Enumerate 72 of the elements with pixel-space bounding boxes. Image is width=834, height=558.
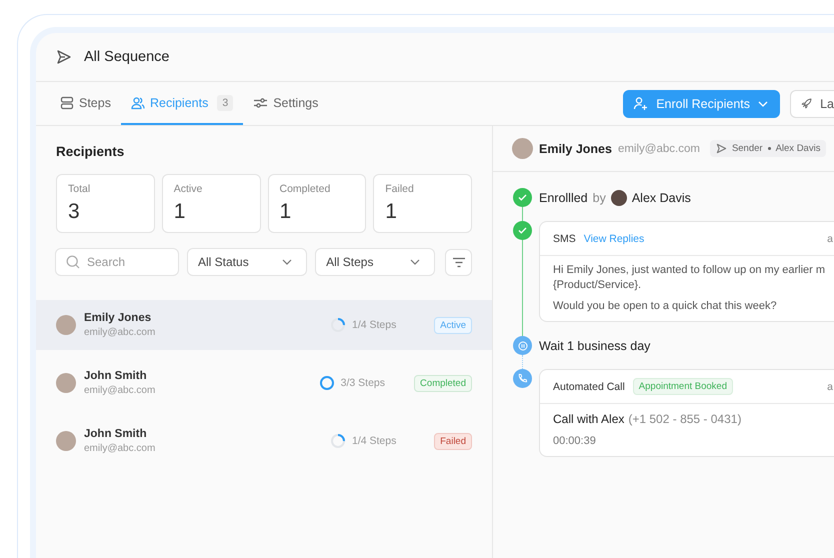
contact-email: emily@abc.com — [618, 142, 700, 154]
stat-value: 1 — [385, 200, 398, 224]
steps-count: 1/4 Steps — [352, 319, 396, 331]
status-badge: Completed — [414, 374, 472, 392]
add-user-icon — [633, 96, 648, 111]
card-title: SMS — [553, 232, 576, 244]
search-field[interactable]: Search — [55, 248, 179, 276]
filter-dropdown[interactable]: All Status — [187, 248, 308, 276]
message-line: {Product/Service}. — [553, 279, 642, 291]
stack-icon — [60, 96, 74, 110]
separator-dot — [768, 147, 771, 150]
caret-icon — [758, 100, 768, 106]
stat-label: Completed — [280, 183, 332, 195]
recipient-name: John Smith — [84, 370, 148, 382]
recipient-row[interactable]: John Smith emily@abc.com 3/3 Steps Completed — [36, 358, 492, 408]
sender-name: Alex Davis — [776, 143, 820, 154]
sliders-icon — [253, 96, 268, 110]
progress-ring — [330, 433, 346, 449]
stat-label: Active — [174, 183, 204, 195]
avatar — [512, 138, 533, 159]
step-title: Enrollled — [539, 190, 588, 204]
avatar — [56, 373, 76, 393]
recipient-row[interactable]: Emily Jones emily@abc.com 1/4 Steps Active — [36, 300, 492, 350]
card-meta: a — [827, 380, 834, 392]
outcome-tag: Appointment Booked — [632, 378, 733, 395]
users-icon — [130, 96, 145, 110]
rocket-icon — [801, 96, 812, 111]
card-meta: a — [827, 232, 834, 244]
recipient-email: emily@abc.com — [84, 385, 156, 396]
avatar — [56, 315, 76, 335]
filter-dropdown[interactable]: All Steps — [315, 248, 436, 276]
count-badge: 3 — [217, 94, 234, 110]
chevron-down-icon — [410, 259, 420, 265]
recipient-row[interactable]: John Smith emily@abc.com 1/4 Steps Failed — [36, 416, 492, 466]
stat-label: Failed — [385, 183, 415, 195]
call-duration: 00:00:39 — [553, 435, 597, 447]
section-title: Recipients — [55, 143, 126, 161]
message-text: Would you be open to a quick chat this week? — [553, 300, 778, 312]
steps-count: 3/3 Steps — [340, 377, 386, 389]
filter-icon — [452, 256, 466, 268]
recipient-email: emily@abc.com — [84, 327, 156, 338]
page-title: All Sequence — [84, 49, 170, 65]
phone-number: (+1 502 - 855 - 0431) — [628, 412, 742, 426]
steps-count: 1/4 Steps — [352, 435, 396, 447]
tab[interactable]: Steps — [50, 82, 121, 125]
card-title: Automated Call — [553, 380, 625, 392]
message-line: Hi Emily Jones, just wanted to follow up on my earlier m — [553, 264, 826, 276]
avatar — [610, 190, 627, 206]
by-label: by — [592, 190, 606, 204]
stat-value: 3 — [68, 200, 81, 224]
tab[interactable]: Settings — [243, 82, 328, 125]
avatar — [56, 431, 76, 451]
recipient-email: emily@abc.com — [84, 443, 156, 454]
filter-button[interactable] — [445, 248, 472, 276]
person-name: Alex Davis — [632, 190, 691, 204]
contact-name: Emily Jones — [539, 142, 612, 156]
call-title: Call with Alex — [553, 412, 624, 426]
recipient-name: John Smith — [84, 428, 148, 440]
send-icon — [716, 143, 727, 154]
sender-label: Sender — [732, 143, 763, 154]
status-badge: Active — [434, 316, 472, 334]
recipient-name: Emily Jones — [84, 312, 152, 324]
stat-value: 1 — [280, 200, 292, 224]
progress-ring — [330, 317, 346, 333]
progress-ring — [318, 375, 335, 391]
launch-button[interactable]: La — [790, 90, 834, 118]
status-badge: Failed — [434, 432, 472, 450]
send-icon — [56, 49, 72, 65]
stat-value: 1 — [174, 200, 186, 224]
step-title: Wait 1 business day — [539, 338, 650, 352]
chevron-down-icon — [282, 259, 292, 265]
stat-label: Total — [68, 183, 92, 195]
